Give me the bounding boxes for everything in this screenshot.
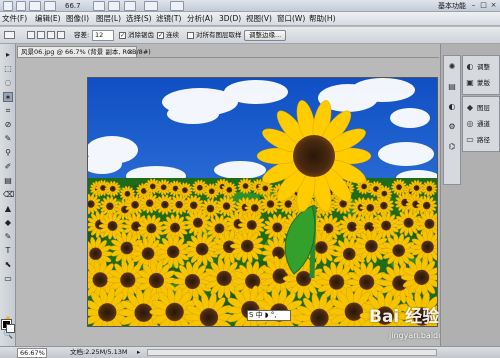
- right-panel-dock: ✺ ▤ ◐ ⚙ ⌬ ◐ 调整 ▣ 蒙版 ◆ 图层 ◎ 通道 ▭ 路径: [440, 44, 500, 346]
- zoom-level[interactable]: 66.7: [65, 1, 89, 11]
- status-menu-arrow[interactable]: ▸: [137, 347, 140, 358]
- masks-tab[interactable]: 蒙版: [477, 78, 490, 88]
- history-brush-tool-icon[interactable]: ▤: [3, 176, 13, 186]
- channels-icon: ◎: [466, 119, 474, 128]
- menu-layer[interactable]: 图层(L): [96, 12, 121, 26]
- brush-tool-icon[interactable]: ⚲: [3, 148, 13, 158]
- color-panel-icon[interactable]: ◐: [447, 102, 457, 112]
- document-tab[interactable]: 风景06.jpg @ 66.7% (背景 副本, RGB/8#) ×: [17, 46, 151, 57]
- zoom-tool-icon[interactable]: [108, 1, 120, 11]
- menu-help[interactable]: 帮助(H): [309, 12, 336, 26]
- eyedropper-tool-icon[interactable]: ⊘: [3, 120, 13, 130]
- status-bar: 66.67% 文档:2.25M/5.13M ▸: [0, 346, 500, 358]
- histogram-panel-icon[interactable]: ▤: [447, 82, 457, 92]
- channels-tab[interactable]: 通道: [477, 119, 490, 129]
- ps-logo-icon[interactable]: [3, 1, 13, 11]
- blur-tool-icon[interactable]: ◆: [3, 218, 13, 228]
- marquee-tool-icon[interactable]: ⬚: [3, 64, 13, 74]
- menu-view[interactable]: 视图(V): [246, 12, 272, 26]
- adjustments-icon: ◐: [466, 62, 474, 71]
- antialias-label: 消除锯齿: [128, 31, 154, 39]
- layers-icon: ◆: [466, 103, 474, 112]
- app-title-bar: 66.7 基本功能 – □ ×: [0, 0, 500, 12]
- menu-bar: 文件(F) 编辑(E) 图像(I) 图层(L) 选择(S) 滤镜(T) 分析(A…: [0, 12, 500, 26]
- hand-tool-icon[interactable]: [93, 1, 105, 11]
- magic-wand-tool-icon[interactable]: ✶: [3, 92, 13, 102]
- horizontal-scrollbar[interactable]: [147, 349, 437, 356]
- view-extras-icon[interactable]: [29, 1, 41, 11]
- menu-select[interactable]: 选择(S): [126, 12, 152, 26]
- arrange-documents-icon[interactable]: [144, 1, 158, 11]
- menu-window[interactable]: 窗口(W): [277, 12, 305, 26]
- clone-stamp-tool-icon[interactable]: ✐: [3, 162, 13, 172]
- paths-tab[interactable]: 路径: [477, 135, 490, 145]
- panel-group-tools: ✺ ▤ ◐ ⚙ ⌬: [443, 55, 461, 185]
- baidu-watermark: Bai 经验: [369, 307, 440, 327]
- masks-icon: ▣: [466, 78, 474, 87]
- bridge-icon[interactable]: [16, 1, 26, 11]
- eraser-tool-icon[interactable]: ⌫: [3, 190, 14, 200]
- options-bar: 容差: 12 ✓ 消除锯齿 ✓ 连续 对所有图层取样 调整边缘...: [0, 27, 500, 44]
- layers-tab[interactable]: 图层: [477, 103, 490, 113]
- menu-analysis[interactable]: 分析(A): [187, 12, 213, 26]
- move-tool-icon[interactable]: ▸: [3, 50, 13, 60]
- close-button[interactable]: ×: [489, 1, 498, 10]
- new-selection-icon[interactable]: [27, 31, 35, 39]
- tolerance-label: 容差:: [74, 31, 90, 39]
- menu-filter[interactable]: 滤镜(T): [156, 12, 181, 26]
- healing-brush-tool-icon[interactable]: ✎: [3, 134, 13, 144]
- gradient-tool-icon[interactable]: ▲: [3, 204, 13, 214]
- document-area: 风景06.jpg @ 66.7% (背景 副本, RGB/8#) × S 中 ◗…: [17, 44, 463, 346]
- add-to-selection-icon[interactable]: [37, 31, 45, 39]
- document-tab-close-button[interactable]: ×: [127, 47, 133, 57]
- lasso-tool-icon[interactable]: ◌: [3, 78, 13, 88]
- pen-tool-icon[interactable]: ✎: [3, 232, 13, 242]
- status-zoom-field[interactable]: 66.67%: [17, 348, 47, 358]
- tools-panel: ▸ ⬚ ◌ ✶ ⌗ ⊘ ✎ ⚲ ✐ ▤ ⌫ ▲ ◆ ✎ T ⬉ ▭ ✋ 🔍: [0, 44, 16, 346]
- sunflower-photo: [88, 78, 437, 326]
- panel-group-layers: ◆ 图层 ◎ 通道 ▭ 路径: [462, 96, 500, 152]
- all-layers-label: 对所有图层取样: [196, 31, 242, 39]
- menu-file[interactable]: 文件(F): [2, 12, 27, 26]
- menu-3d[interactable]: 3D(D): [219, 12, 241, 26]
- menu-edit[interactable]: 编辑(E): [35, 12, 61, 26]
- magic-wand-preset-icon[interactable]: [4, 31, 15, 39]
- background-color-swatch[interactable]: [6, 324, 15, 333]
- subtract-selection-icon[interactable]: [47, 31, 55, 39]
- crop-tool-icon[interactable]: ⌗: [3, 106, 13, 116]
- navigator-panel-icon[interactable]: ✺: [447, 62, 457, 72]
- intersect-selection-icon[interactable]: [57, 31, 65, 39]
- maximize-button[interactable]: □: [479, 1, 488, 10]
- document-tab-divider: [17, 57, 439, 58]
- antialias-checkbox[interactable]: ✓: [119, 32, 126, 39]
- tolerance-input[interactable]: 12: [92, 30, 114, 41]
- history-panel-icon[interactable]: ⌬: [447, 142, 457, 152]
- all-layers-checkbox[interactable]: [187, 32, 194, 39]
- rotate-view-icon[interactable]: [124, 1, 136, 11]
- screen-mode-menu-icon[interactable]: [170, 1, 184, 11]
- paths-icon: ▭: [466, 135, 474, 144]
- contiguous-label: 连续: [166, 31, 179, 39]
- screen-mode-icon[interactable]: [44, 1, 56, 11]
- shape-tool-icon[interactable]: ▭: [3, 274, 13, 284]
- image-canvas[interactable]: [87, 77, 438, 327]
- refine-edge-button[interactable]: 调整边缘...: [244, 30, 287, 41]
- minimize-button[interactable]: –: [469, 1, 478, 10]
- contiguous-checkbox[interactable]: ✓: [157, 32, 164, 39]
- status-document-info[interactable]: 文档:2.25M/5.13M: [70, 347, 128, 358]
- menu-image[interactable]: 图像(I): [66, 12, 89, 26]
- type-tool-icon[interactable]: T: [3, 246, 13, 256]
- ime-toolbar[interactable]: S 中 ◗ °,: [247, 310, 291, 321]
- path-selection-tool-icon[interactable]: ⬉: [3, 260, 13, 270]
- adjustments-tab[interactable]: 调整: [477, 62, 490, 72]
- panel-group-adjust: ◐ 调整 ▣ 蒙版: [462, 55, 500, 95]
- workspace-switcher[interactable]: 基本功能: [438, 1, 466, 11]
- actions-panel-icon[interactable]: ⚙: [447, 122, 457, 132]
